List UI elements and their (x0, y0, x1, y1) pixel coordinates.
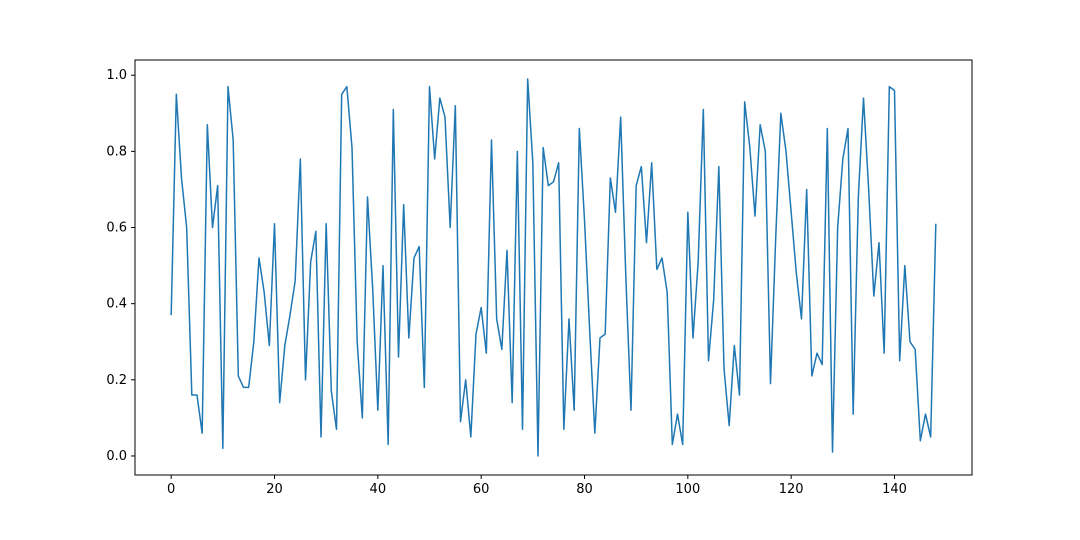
x-axis: 0 20 40 60 80 100 120 140 (167, 475, 907, 497)
line-chart: 0 20 40 60 80 100 120 140 0.0 0.2 0.4 0.6 0.8 1.0 (0, 0, 1080, 540)
chart-container: 0 20 40 60 80 100 120 140 0.0 0.2 0.4 0.6 0.8 1.0 (0, 0, 1080, 540)
x-tick-label: 100 (675, 482, 700, 497)
y-tick-label: 1.0 (106, 68, 127, 83)
x-tick-label: 40 (370, 482, 387, 497)
y-tick-label: 0.2 (106, 373, 127, 388)
y-axis: 0.0 0.2 0.4 0.6 0.8 1.0 (106, 68, 135, 464)
x-tick-label: 20 (266, 482, 283, 497)
x-tick-label: 80 (576, 482, 593, 497)
x-tick-label: 120 (779, 482, 804, 497)
data-line-series-0 (171, 79, 936, 456)
y-tick-label: 0.8 (106, 144, 127, 159)
y-tick-label: 0.0 (106, 449, 127, 464)
x-tick-label: 140 (882, 482, 907, 497)
x-tick-label: 0 (167, 482, 175, 497)
x-tick-label: 60 (473, 482, 490, 497)
y-tick-label: 0.6 (106, 221, 127, 236)
y-tick-label: 0.4 (106, 297, 127, 312)
